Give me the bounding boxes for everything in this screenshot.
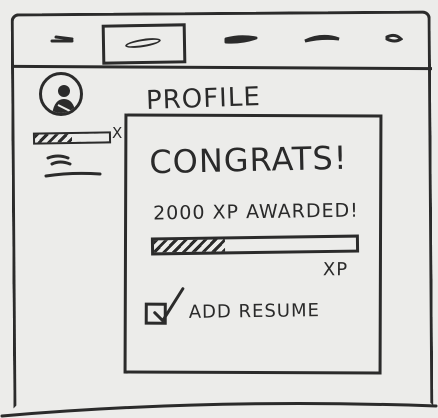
active-tab-mark [124, 36, 162, 50]
xp-awarded-text: 2000 XP AWARDED! [152, 199, 359, 225]
add-resume-label: ADD RESUME [188, 300, 321, 323]
xp-progress-bar [150, 234, 360, 256]
page-bottom-line [0, 392, 438, 418]
checkmark-icon [149, 283, 189, 331]
add-resume-row[interactable]: ADD RESUME [144, 283, 365, 325]
nav-item-left-arrow[interactable] [50, 30, 76, 44]
user-avatar-icon[interactable] [39, 72, 83, 116]
xp-mini-bar [32, 131, 112, 145]
text-placeholder-squiggle [42, 152, 106, 186]
page-title: PROFILE [145, 82, 262, 116]
congrats-modal: CONGRATS! 2000 XP AWARDED! XP ADD RESUME [123, 113, 383, 375]
nav-item-active-tab[interactable] [101, 23, 187, 65]
modal-title: CONGRATS! [148, 138, 348, 182]
nav-item-5[interactable] [385, 30, 404, 44]
nav-item-3[interactable] [224, 30, 260, 44]
xp-progress-label: XP [322, 259, 349, 281]
sketch-page: PROFILE XP CONGRATS! 2000 XP AWARDED! XP… [0, 0, 438, 418]
nav-item-4[interactable] [302, 30, 342, 44]
xp-progress-fill [153, 239, 225, 253]
top-nav [40, 20, 430, 68]
